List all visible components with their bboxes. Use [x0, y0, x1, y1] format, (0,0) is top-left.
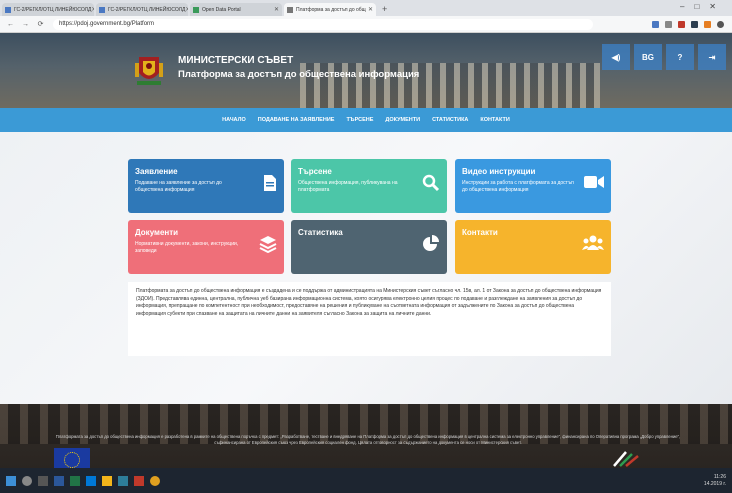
accessibility-sound-button[interactable]: ◀) — [602, 44, 630, 70]
tab-label: ГС-2/РЕГКЛ/ОТЦ ЛИНЕЙЮСОЛД — [108, 6, 186, 13]
browser-tab[interactable]: ГС-2/РЕГКЛ/ОТЦ ЛИНЕЙЮСОЛД ✕ — [2, 3, 94, 16]
close-icon[interactable]: ✕ — [274, 6, 279, 13]
login-button[interactable]: ⇥ — [698, 44, 726, 70]
system-tray[interactable]: 11:26 14.2019 г. — [704, 474, 726, 488]
eu-flag-logo[interactable] — [54, 448, 90, 468]
speaker-icon: ◀) — [611, 52, 621, 62]
browser-tab-bar: ГС-2/РЕГКЛ/ОТЦ ЛИНЕЙЮСОЛД ✕ ГС-2/РЕГКЛ/ОТ… — [0, 0, 732, 16]
main-menu: НАЧАЛО ПОДАВАНЕ НА ЗАЯВЛЕНИЕ ТЪРСЕНЕ ДОК… — [0, 108, 732, 132]
card-title: Видео инструкции — [462, 167, 536, 176]
card-request[interactable]: Заявление Подаване на заявление за достъ… — [128, 159, 284, 213]
extension-icon[interactable] — [665, 20, 672, 28]
card-description: Нормативни документи, закони, инструкции… — [135, 241, 239, 254]
menu-item-statistics[interactable]: СТАТИСТИКА — [432, 117, 468, 123]
edge-app-icon[interactable] — [86, 475, 96, 486]
back-icon[interactable]: ← — [6, 21, 15, 28]
word-app-icon[interactable] — [54, 475, 64, 486]
url-text: https://pdoj.government.bg/Platform — [59, 21, 155, 27]
coat-of-arms-logo[interactable] — [133, 53, 165, 87]
login-icon: ⇥ — [708, 52, 716, 62]
windows-start-icon[interactable] — [6, 475, 16, 486]
card-search[interactable]: Търсене Обществена информация, публикува… — [291, 159, 447, 213]
platform-description: Платформата за достъп до обществена инфо… — [128, 282, 611, 356]
extensions — [652, 20, 724, 28]
clock-time: 11:26 — [713, 473, 726, 480]
menu-item-documents[interactable]: ДОКУМЕНТИ — [385, 117, 420, 123]
site-subtitle: Платформа за достъп до обществена информ… — [178, 69, 420, 80]
tab-label: ГС-2/РЕГКЛ/ОТЦ ЛИНЕЙЮСОЛД — [14, 6, 92, 13]
reload-icon[interactable]: ⟳ — [36, 20, 45, 28]
address-bar-row: ← → ⟳ https://pdoj.government.bg/Platfor… — [0, 16, 732, 33]
eu-stars-icon — [64, 452, 80, 468]
language-label: BG — [642, 52, 654, 62]
close-icon[interactable]: ✕ — [368, 6, 373, 13]
card-title: Документи — [135, 228, 179, 237]
extension-icon[interactable] — [652, 20, 659, 28]
operational-programme-logo[interactable] — [612, 450, 640, 468]
card-description: Подаване на заявление за достъп до общес… — [135, 180, 222, 193]
window-controls[interactable]: –□✕ — [680, 2, 726, 11]
explorer-app-icon[interactable] — [102, 475, 112, 486]
tab-label: Open Data Portal — [202, 6, 241, 13]
help-label: ? — [677, 52, 683, 62]
video-camera-icon — [584, 174, 604, 194]
tab-favicon-icon — [5, 6, 11, 13]
task-view-icon[interactable] — [38, 475, 48, 486]
card-title: Заявление — [135, 167, 178, 176]
users-icon — [582, 235, 604, 256]
menu-item-search[interactable]: ТЪРСЕНЕ — [346, 117, 373, 123]
language-button[interactable]: BG — [634, 44, 662, 70]
help-button[interactable]: ? — [666, 44, 694, 70]
new-tab-icon[interactable]: + — [382, 4, 387, 14]
browser-tab[interactable]: ГС-2/РЕГКЛ/ОТЦ ЛИНЕЙЮСОЛД ✕ — [96, 3, 188, 16]
pdf-app-icon[interactable] — [134, 475, 144, 486]
card-documents[interactable]: Документи Нормативни документи, закони, … — [128, 220, 284, 274]
url-input[interactable]: https://pdoj.government.bg/Platform — [53, 18, 593, 30]
menu-item-contacts[interactable]: КОНТАКТИ — [480, 117, 509, 123]
taskbar-icons — [6, 475, 160, 486]
document-icon — [263, 174, 277, 197]
card-description: Обществена информация, публикувана на пл… — [298, 180, 398, 193]
outlook-app-icon[interactable] — [118, 475, 128, 486]
search-icon[interactable] — [22, 475, 32, 486]
site-footer: Платформата за достъп до обществена инфо… — [0, 404, 732, 468]
site-title: МИНИСТЕРСКИ СЪВЕТ — [178, 55, 294, 66]
card-description: Инструкции за работа с платформата за до… — [462, 180, 574, 193]
card-video-instructions[interactable]: Видео инструкции Инструкции за работа с … — [455, 159, 611, 213]
menu-item-submit-request[interactable]: ПОДАВАНЕ НА ЗАЯВЛЕНИЕ — [258, 117, 335, 123]
clock-date: 14.2019 г. — [703, 480, 726, 487]
chrome-app-icon[interactable] — [150, 475, 160, 486]
site-header: МИНИСТЕРСКИ СЪВЕТ Платформа за достъп до… — [0, 33, 732, 108]
extension-icon[interactable] — [704, 20, 711, 28]
search-icon — [422, 174, 440, 197]
header-actions: ◀) BG ? ⇥ — [602, 44, 726, 70]
browser-tab[interactable]: Open Data Portal ✕ — [190, 3, 282, 16]
tab-favicon-icon — [99, 6, 105, 13]
card-title: Статистика — [298, 228, 343, 237]
menu-item-home[interactable]: НАЧАЛО — [222, 117, 246, 123]
tab-favicon-icon — [193, 6, 199, 13]
card-title: Търсене — [298, 167, 332, 176]
close-icon[interactable]: ✕ — [91, 6, 94, 13]
os-taskbar: 11:26 14.2019 г. — [0, 468, 732, 493]
layers-icon — [259, 235, 277, 258]
card-statistics[interactable]: Статистика — [291, 220, 447, 274]
tab-label: Платформа за достъп до общ — [296, 6, 366, 13]
extension-icon[interactable] — [691, 20, 698, 28]
card-contacts[interactable]: Контакти — [455, 220, 611, 274]
close-icon[interactable]: ✕ — [185, 6, 188, 13]
excel-app-icon[interactable] — [70, 475, 80, 486]
tab-favicon-icon — [287, 6, 293, 13]
forward-icon[interactable]: → — [21, 21, 30, 28]
pie-chart-icon — [422, 235, 440, 258]
footer-text: Платформата за достъп до обществена инфо… — [55, 434, 681, 445]
profile-icon[interactable] — [717, 20, 724, 28]
extension-icon[interactable] — [678, 20, 685, 28]
browser-tab-active[interactable]: Платформа за достъп до общ ✕ — [284, 3, 376, 16]
